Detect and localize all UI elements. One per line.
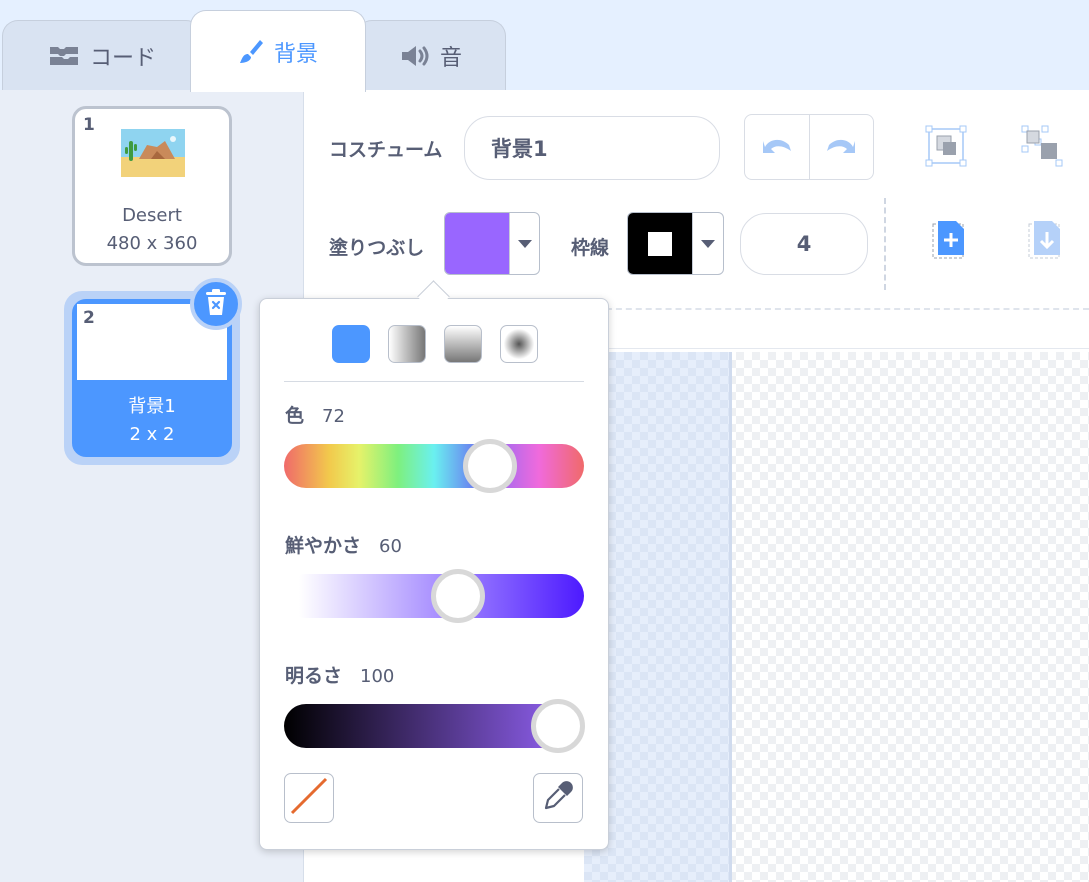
- hue-slider-knob[interactable]: [463, 439, 517, 493]
- fill-label: 塗りつぶし: [329, 237, 425, 259]
- ungroup-button[interactable]: [1018, 124, 1066, 172]
- slash-icon: [289, 776, 329, 820]
- fill-mode-horizontal-gradient[interactable]: [388, 325, 426, 363]
- toolbar-bottom-divider: [596, 308, 1089, 310]
- undo-icon: [761, 135, 793, 159]
- file-download-icon: [1028, 220, 1064, 264]
- fill-mode-radial-gradient[interactable]: [500, 325, 538, 363]
- fill-color-dropdown[interactable]: [444, 212, 540, 275]
- file-plus-icon: [932, 220, 968, 264]
- costume-name-label: コスチューム: [329, 139, 443, 161]
- caret-down-icon: [692, 213, 723, 274]
- hue-value: 72: [322, 406, 345, 427]
- fill-mode-solid[interactable]: [332, 325, 370, 363]
- editor-tabs: コード 背景 音: [0, 0, 1089, 92]
- outline-color-swatch: [628, 213, 692, 274]
- backdrop-item-desert[interactable]: 1 Desert 480 x 360: [72, 106, 232, 266]
- canvas-top-border: [584, 348, 1089, 349]
- eyedropper-icon: [542, 780, 574, 816]
- paintbrush-icon: [238, 38, 264, 66]
- brightness-value: 100: [360, 666, 395, 687]
- speaker-icon: [400, 44, 430, 68]
- eyedropper-button[interactable]: [533, 773, 583, 823]
- saturation-label: 鮮やかさ: [285, 535, 362, 557]
- tab-sounds[interactable]: 音: [356, 20, 506, 90]
- desert-thumbnail-image: [121, 129, 185, 177]
- costume-name-value: 背景1: [491, 137, 548, 161]
- ungroup-icon: [1021, 125, 1063, 171]
- toolbar-divider: [884, 198, 886, 290]
- no-color-button[interactable]: [284, 773, 334, 823]
- backdrop-index: 1: [83, 115, 95, 135]
- brightness-label: 明るさ: [285, 665, 343, 687]
- backward-button[interactable]: [1026, 220, 1066, 264]
- redo-button[interactable]: [810, 115, 874, 179]
- tab-backdrops-label: 背景: [273, 41, 318, 67]
- outline-inner-square: [648, 231, 672, 256]
- backdrop-size: 2 x 2: [129, 424, 175, 445]
- popover-divider: [284, 381, 584, 382]
- backdrop-name: 背景1: [128, 396, 176, 417]
- brightness-label-row: 明るさ 100: [285, 661, 394, 688]
- outline-width-input[interactable]: 4: [740, 213, 868, 275]
- backdrop-name: Desert: [122, 205, 182, 226]
- brightness-slider-knob[interactable]: [531, 699, 585, 753]
- color-picker-popover: 色 72 鮮やかさ 60 明るさ 100: [259, 298, 609, 850]
- forward-button[interactable]: [930, 220, 970, 264]
- hue-slider[interactable]: [284, 444, 584, 488]
- delete-backdrop-button[interactable]: [190, 278, 242, 330]
- outline-color-dropdown[interactable]: [627, 212, 724, 275]
- saturation-label-row: 鮮やかさ 60: [285, 531, 402, 558]
- group-icon: [925, 125, 967, 171]
- code-blocks-icon: [48, 45, 80, 67]
- outline-width-value: 4: [796, 232, 812, 256]
- outline-label: 枠線: [571, 237, 610, 259]
- tab-code[interactable]: コード: [2, 20, 202, 90]
- saturation-value: 60: [379, 536, 402, 557]
- fill-mode-vertical-gradient[interactable]: [444, 325, 482, 363]
- undo-redo-group: [744, 114, 874, 180]
- caret-down-icon: [509, 213, 539, 274]
- hue-label: 色: [285, 405, 305, 427]
- backdrop-index: 2: [83, 308, 95, 328]
- tab-code-label: コード: [89, 45, 156, 71]
- saturation-slider-knob[interactable]: [431, 569, 485, 623]
- hue-label-row: 色 72: [285, 401, 345, 428]
- redo-icon: [825, 135, 857, 159]
- tab-sounds-label: 音: [439, 45, 462, 71]
- group-button[interactable]: [922, 124, 970, 172]
- fill-color-swatch: [445, 213, 509, 274]
- costume-name-input[interactable]: 背景1: [464, 116, 720, 180]
- trash-icon: [204, 288, 228, 320]
- undo-button[interactable]: [745, 115, 810, 179]
- backdrop-size: 480 x 360: [106, 233, 198, 254]
- tab-backdrops[interactable]: 背景: [190, 10, 366, 92]
